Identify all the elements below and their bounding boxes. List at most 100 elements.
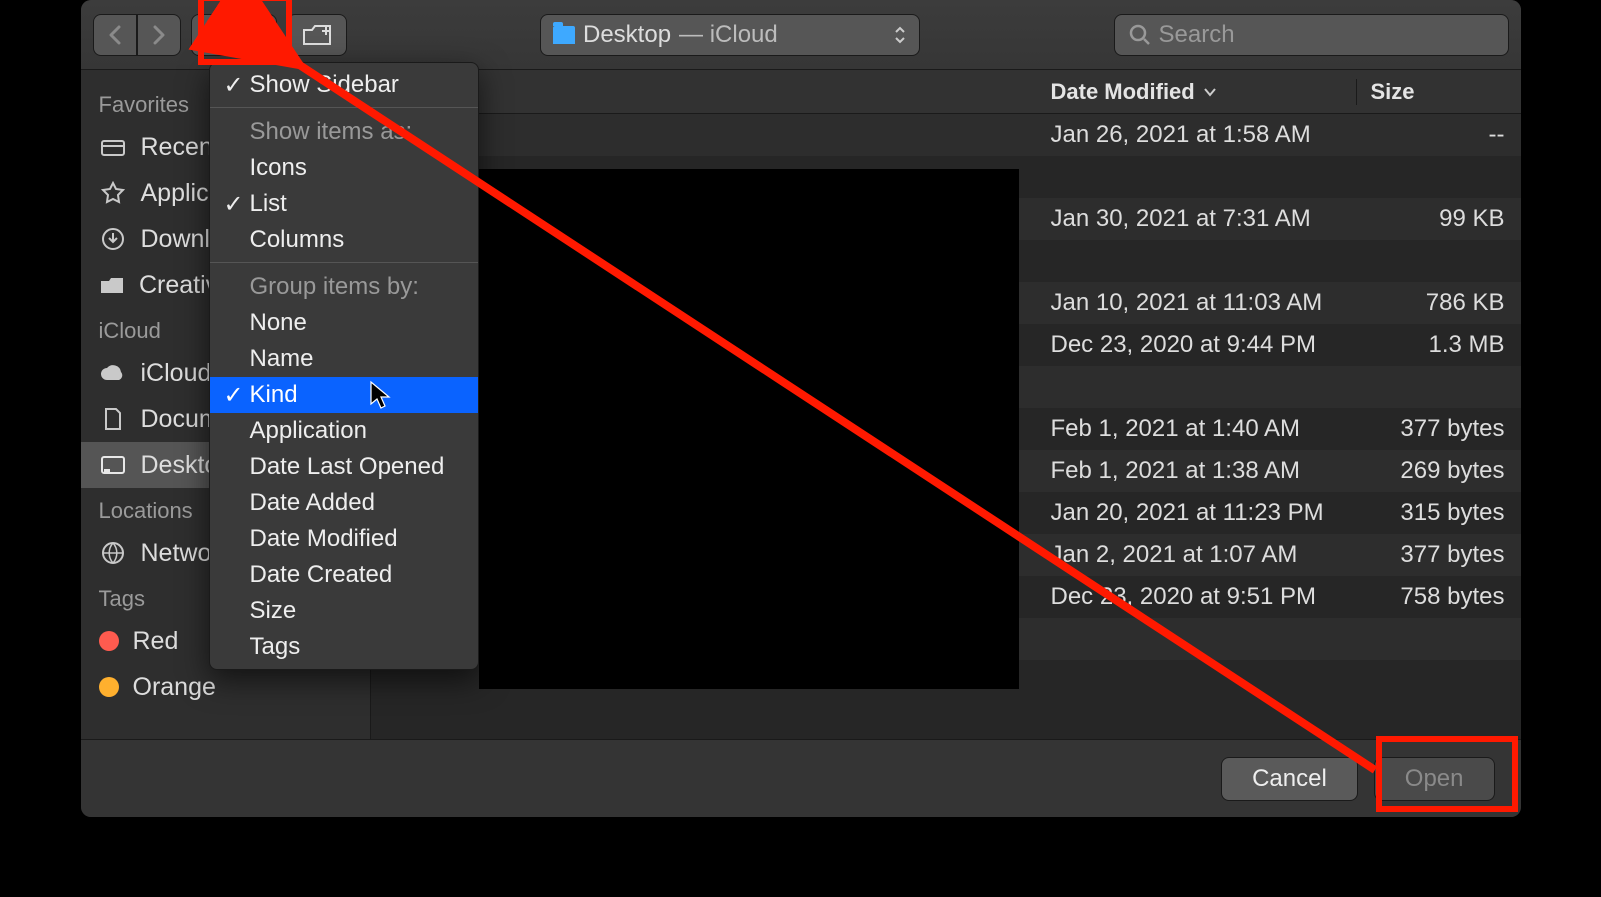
menu-columns[interactable]: Columns bbox=[210, 222, 478, 258]
back-button[interactable] bbox=[93, 14, 137, 56]
table-row[interactable]: Jan 26, 2021 at 1:58 AM-- bbox=[371, 114, 1521, 156]
menu-none[interactable]: None bbox=[210, 305, 478, 341]
cell-size: 786 KB bbox=[1357, 289, 1521, 317]
menu-application[interactable]: Application bbox=[210, 413, 478, 449]
menu-item-label: Icons bbox=[250, 154, 307, 181]
menu-item-label: Columns bbox=[250, 226, 345, 253]
menu-item-label: Date Modified bbox=[250, 525, 398, 552]
cell-date: Dec 23, 2020 at 9:44 PM bbox=[1037, 331, 1357, 359]
location-folder: Desktop bbox=[583, 21, 671, 49]
menu-item-label: Date Added bbox=[250, 489, 375, 516]
menu-separator bbox=[210, 107, 478, 108]
cell-date: Jan 2, 2021 at 1:07 AM bbox=[1037, 541, 1357, 569]
column-header-date-label: Date Modified bbox=[1051, 79, 1195, 105]
menu-icons[interactable]: Icons bbox=[210, 150, 478, 186]
menu-separator bbox=[210, 262, 478, 263]
cell-date: Dec 23, 2020 at 9:51 PM bbox=[1037, 583, 1357, 611]
cell-date: Jan 10, 2021 at 11:03 AM bbox=[1037, 289, 1357, 317]
sort-desc-icon bbox=[1203, 87, 1217, 97]
check-icon: ✓ bbox=[224, 381, 244, 410]
nav-buttons bbox=[93, 14, 181, 56]
cell-size: 99 KB bbox=[1357, 205, 1521, 233]
menu-heading-showas: Show items as: bbox=[210, 112, 478, 150]
column-header-size-label: Size bbox=[1371, 79, 1415, 104]
cell-date: Feb 1, 2021 at 1:38 AM bbox=[1037, 457, 1357, 485]
menu-show-sidebar[interactable]: ✓Show Sidebar bbox=[210, 67, 478, 103]
menu-item-label: None bbox=[250, 309, 307, 336]
menu-item-label: Date Last Opened bbox=[250, 453, 445, 480]
menu-name[interactable]: Name bbox=[210, 341, 478, 377]
open-dialog: Desktop — iCloud Search Favorites Recent… bbox=[81, 0, 1521, 817]
menu-list[interactable]: ✓List bbox=[210, 186, 478, 222]
forward-button[interactable] bbox=[137, 14, 181, 56]
sidebar-tag-orange[interactable]: Orange bbox=[81, 664, 370, 710]
cell-size: 269 bytes bbox=[1357, 457, 1521, 485]
list-view-icon bbox=[212, 26, 238, 44]
cell-size: 377 bytes bbox=[1357, 541, 1521, 569]
chevron-right-icon bbox=[152, 25, 166, 45]
menu-tags[interactable]: Tags bbox=[210, 629, 478, 665]
view-options-button[interactable] bbox=[191, 14, 277, 56]
menu-item-label: Application bbox=[250, 417, 367, 444]
cell-size: 758 bytes bbox=[1357, 583, 1521, 611]
new-folder-icon bbox=[302, 24, 332, 46]
new-folder-button[interactable] bbox=[287, 14, 347, 56]
file-list: Date Modified Size Jan 26, 2021 at 1:58 … bbox=[371, 70, 1521, 739]
cell-size: -- bbox=[1357, 121, 1521, 149]
menu-size[interactable]: Size bbox=[210, 593, 478, 629]
desktop-icon bbox=[99, 453, 127, 477]
check-icon: ✓ bbox=[224, 190, 244, 219]
chevron-down-icon bbox=[244, 31, 256, 39]
menu-date-last-opened[interactable]: Date Last Opened bbox=[210, 449, 478, 485]
cell-date: Jan 26, 2021 at 1:58 AM bbox=[1037, 121, 1357, 149]
docs-icon bbox=[99, 407, 127, 431]
chevron-left-icon bbox=[108, 25, 122, 45]
downloads-icon bbox=[99, 227, 127, 251]
cancel-button-label: Cancel bbox=[1252, 765, 1327, 793]
cell-date: Feb 1, 2021 at 1:40 AM bbox=[1037, 415, 1357, 443]
menu-item-label: Date Created bbox=[250, 561, 393, 588]
cursor-icon bbox=[369, 380, 391, 410]
menu-item-label: Name bbox=[250, 345, 314, 372]
cancel-button[interactable]: Cancel bbox=[1221, 757, 1358, 801]
menu-item-label: Show Sidebar bbox=[250, 71, 399, 98]
sidebar-item-label: Orange bbox=[133, 673, 216, 702]
menu-item-label: List bbox=[250, 190, 287, 217]
menu-date-created[interactable]: Date Created bbox=[210, 557, 478, 593]
dialog-footer: Cancel Open bbox=[81, 739, 1521, 817]
network-icon bbox=[99, 541, 127, 565]
menu-item-label: Tags bbox=[250, 633, 301, 660]
open-button-label: Open bbox=[1405, 765, 1464, 793]
cell-date: Jan 30, 2021 at 7:31 AM bbox=[1037, 205, 1357, 233]
menu-kind[interactable]: ✓Kind bbox=[210, 377, 478, 413]
cloud-icon bbox=[99, 361, 127, 385]
menu-date-added[interactable]: Date Added bbox=[210, 485, 478, 521]
toolbar: Desktop — iCloud Search bbox=[81, 0, 1521, 70]
column-header-size[interactable]: Size bbox=[1357, 79, 1521, 105]
recents-icon bbox=[99, 135, 127, 159]
cell-size: 315 bytes bbox=[1357, 499, 1521, 527]
search-placeholder: Search bbox=[1159, 21, 1235, 49]
column-header-date[interactable]: Date Modified bbox=[1037, 79, 1357, 105]
tag-dot-icon bbox=[99, 677, 119, 697]
search-field[interactable]: Search bbox=[1114, 14, 1509, 56]
menu-item-label: Kind bbox=[250, 381, 298, 408]
updown-icon bbox=[893, 25, 907, 45]
sidebar-item-label: Red bbox=[133, 627, 179, 656]
search-icon bbox=[1129, 24, 1151, 46]
view-options-menu: ✓Show Sidebar Show items as: Icons ✓List… bbox=[209, 62, 479, 670]
rows-container: Jan 26, 2021 at 1:58 AM-- Jan 30, 2021 at… bbox=[371, 114, 1521, 739]
folder-icon bbox=[99, 273, 125, 297]
open-button[interactable]: Open bbox=[1374, 757, 1495, 801]
menu-item-label: Size bbox=[250, 597, 297, 624]
menu-heading-groupby: Group items by: bbox=[210, 267, 478, 305]
tag-dot-icon bbox=[99, 631, 119, 651]
cell-size: 377 bytes bbox=[1357, 415, 1521, 443]
column-headers: Date Modified Size bbox=[371, 70, 1521, 114]
menu-date-modified[interactable]: Date Modified bbox=[210, 521, 478, 557]
cell-date: Jan 20, 2021 at 11:23 PM bbox=[1037, 499, 1357, 527]
location-suffix: — iCloud bbox=[679, 21, 778, 49]
check-icon: ✓ bbox=[224, 71, 244, 100]
cell-size: 1.3 MB bbox=[1357, 331, 1521, 359]
location-popup[interactable]: Desktop — iCloud bbox=[540, 14, 920, 56]
